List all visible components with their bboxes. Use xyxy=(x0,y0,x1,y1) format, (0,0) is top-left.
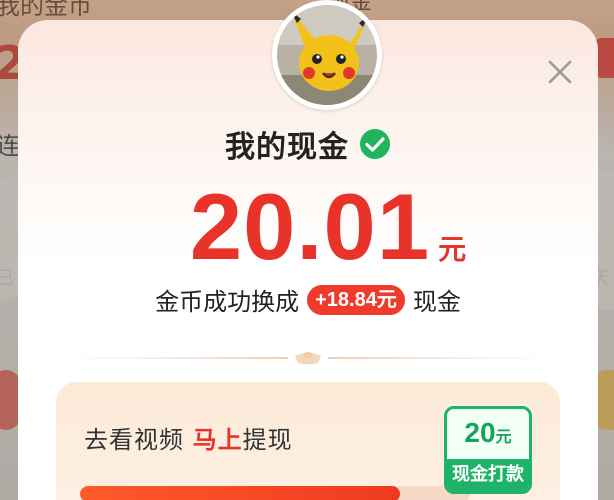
cash-amount: 20.01 xyxy=(189,174,431,279)
exchange-value-badge: +18.84元 xyxy=(307,284,405,315)
reward-amount-unit: 元 xyxy=(495,427,512,446)
title-row: 我的现金 xyxy=(18,122,598,166)
cash-reward-badge[interactable]: 20元 现金打款 xyxy=(444,406,532,494)
close-icon xyxy=(548,60,572,84)
exchange-row: 金币成功换成 +18.84元 现金 xyxy=(18,282,598,317)
withdraw-text-after: 提现 xyxy=(242,426,293,454)
section-divider xyxy=(18,348,598,368)
reward-amount-value: 20 xyxy=(464,417,496,448)
withdraw-progress-track xyxy=(80,486,470,500)
gold-ingot-icon xyxy=(295,352,321,365)
exchange-suffix: 现金 xyxy=(412,288,461,316)
reward-label: 现金打款 xyxy=(447,459,529,491)
exchange-prefix: 金币成功换成 xyxy=(155,288,300,316)
withdraw-text-highlight: 马上 xyxy=(192,426,243,454)
reward-amount: 20元 xyxy=(447,417,529,449)
page-title: 我的现金 xyxy=(225,130,349,165)
pikachu-avatar-icon xyxy=(277,5,377,105)
cash-dialog: 我的现金 20.01 元 金币成功换成 +18.84元 现金 去看视频 马上提现… xyxy=(18,0,598,500)
close-button[interactable] xyxy=(546,58,574,86)
withdraw-progress-fill xyxy=(80,486,400,500)
withdraw-prompt: 去看视频 马上提现 xyxy=(84,420,293,455)
withdraw-card[interactable]: 去看视频 马上提现 20元 现金打款 xyxy=(56,382,560,500)
withdraw-text-before: 去看视频 xyxy=(84,426,184,454)
user-avatar xyxy=(272,0,382,110)
cash-unit: 元 xyxy=(438,233,467,266)
amount-row: 20.01 元 xyxy=(18,180,598,274)
check-badge-icon xyxy=(360,129,390,159)
